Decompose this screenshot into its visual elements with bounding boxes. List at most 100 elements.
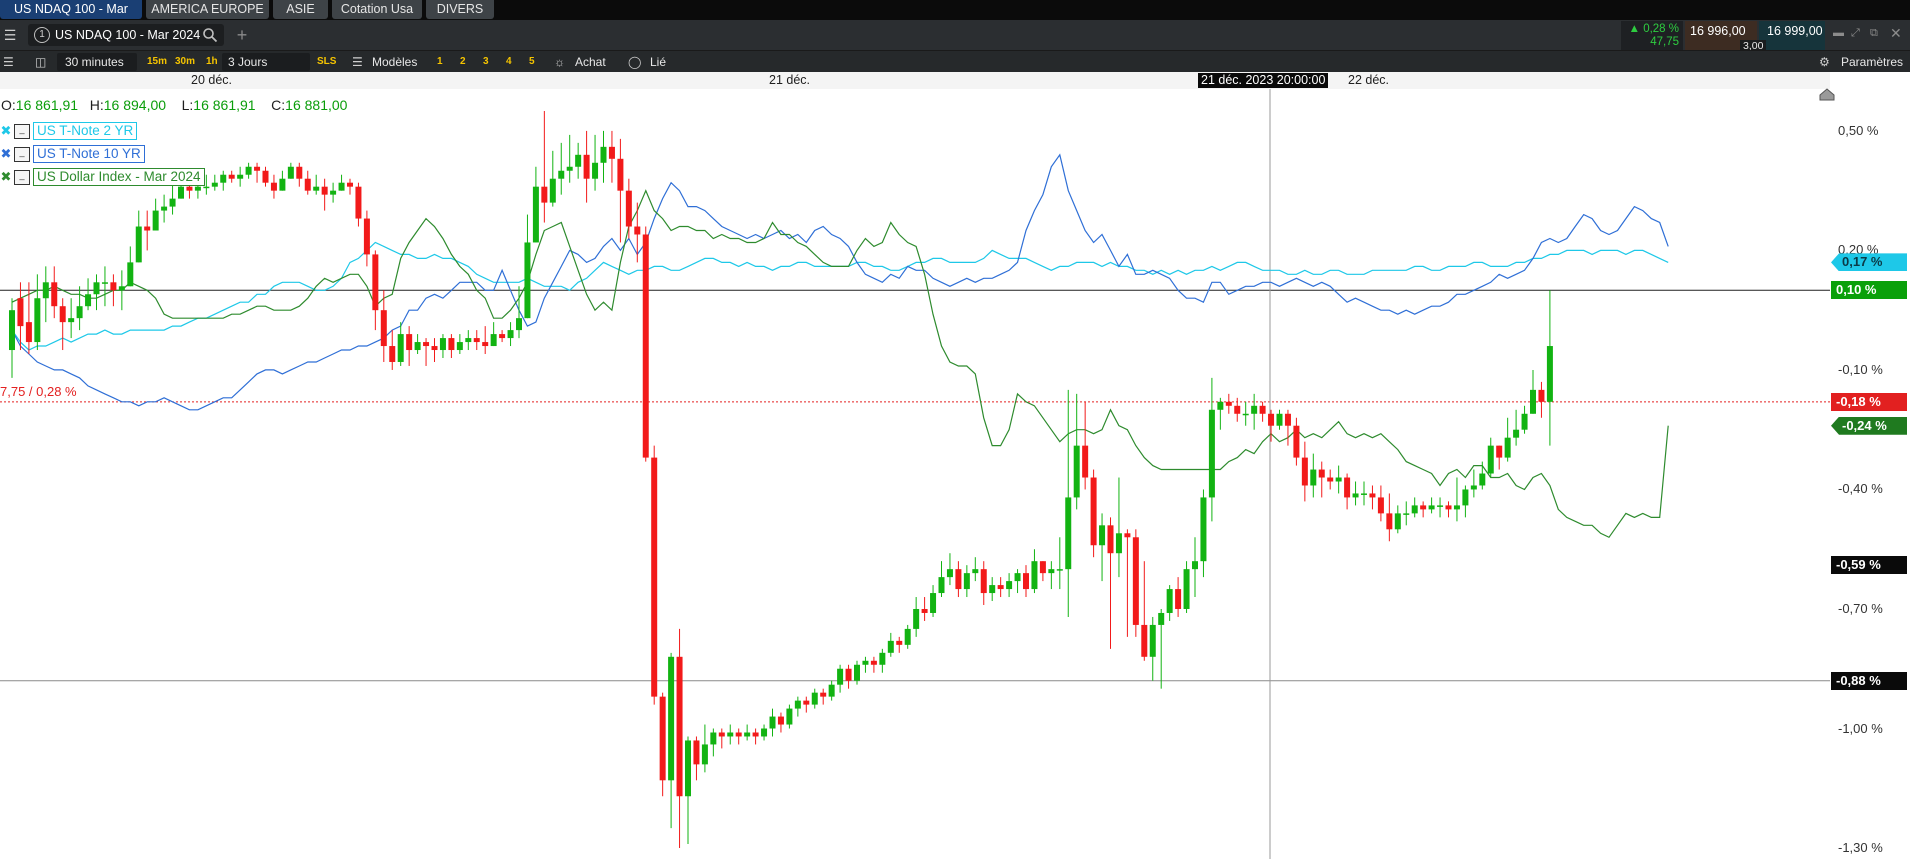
candle-up <box>1048 561 1055 590</box>
settings-button[interactable]: Paramètres <box>1841 51 1903 73</box>
candle-body <box>1175 589 1182 609</box>
tab-cotation-usa[interactable]: Cotation Usa <box>332 0 422 19</box>
tab-asie[interactable]: ASIE <box>273 0 328 19</box>
gear-icon[interactable]: ⚙ <box>1819 51 1830 73</box>
candle-body <box>279 178 286 191</box>
candle-body <box>608 146 615 159</box>
templates-button[interactable]: Modèles <box>372 51 417 73</box>
buy-icon[interactable]: ☼ <box>554 51 565 73</box>
add-instrument-icon[interactable]: + <box>233 25 251 45</box>
legend-label[interactable]: US T-Note 10 YR <box>33 145 145 163</box>
candle-body <box>355 186 362 219</box>
candle-up <box>9 298 15 378</box>
candle-body <box>575 154 582 167</box>
minimize-icon[interactable]: ▬ <box>1833 27 1844 39</box>
templates-icon[interactable]: ☰ <box>352 51 363 73</box>
candle-body <box>1048 569 1055 574</box>
candle-body <box>955 569 962 590</box>
candle-body <box>794 700 801 709</box>
remove-series-icon[interactable]: ✖ <box>0 147 12 161</box>
candle-up <box>558 142 565 195</box>
candle-down <box>254 162 261 183</box>
candle-body <box>685 740 691 797</box>
slot-5[interactable]: 5 <box>529 51 535 73</box>
link-icon[interactable]: ◯ <box>628 51 641 73</box>
candle-down <box>659 692 666 797</box>
candle-up <box>761 724 768 741</box>
buy-button[interactable]: Achat <box>575 51 606 73</box>
candle-up <box>68 298 75 339</box>
candle-up <box>245 162 252 179</box>
candle-up <box>727 724 734 745</box>
candle-body <box>1403 513 1410 515</box>
hide-series-icon[interactable]: _ <box>14 147 30 162</box>
layout-icon[interactable]: ◫ <box>35 51 46 73</box>
slot-1[interactable]: 1 <box>437 51 443 73</box>
candle-body <box>1082 445 1089 478</box>
search-icon[interactable] <box>202 27 218 43</box>
popout-icon[interactable]: ⧉ <box>1870 27 1878 40</box>
candle-up <box>507 322 514 347</box>
candle-up <box>1394 505 1401 534</box>
candle-up <box>913 597 920 637</box>
candle-up <box>887 632 894 657</box>
candle-body <box>68 318 75 323</box>
candle-down <box>693 736 700 781</box>
y-axis[interactable]: 0,50 % 0,20 % -0,10 % -0,40 % -0,70 % -1,00 %… <box>1819 72 1910 859</box>
hide-series-icon[interactable]: _ <box>14 170 30 185</box>
candle-body <box>1268 413 1275 426</box>
candle-up <box>930 585 937 617</box>
tab-america-europe[interactable]: AMERICA EUROPE <box>146 0 269 19</box>
candle-body <box>186 186 193 191</box>
remove-series-icon[interactable]: ✖ <box>0 124 12 138</box>
candle-body <box>946 569 953 578</box>
hide-series-icon[interactable]: _ <box>14 124 30 139</box>
candle-up <box>1428 497 1435 514</box>
interval-1h[interactable]: 1h <box>206 51 218 73</box>
buy-price-button[interactable]: 16 999,00 <box>1759 21 1825 50</box>
candle-body <box>431 346 438 351</box>
candle-up <box>1006 573 1013 598</box>
tab-divers[interactable]: DIVERS <box>426 0 494 19</box>
interval-30m[interactable]: 30m <box>175 51 195 73</box>
candle-down <box>1327 469 1334 490</box>
candle-down <box>1132 529 1139 637</box>
candle-down <box>431 338 438 362</box>
candle-up <box>279 170 286 191</box>
candle-down <box>896 636 903 653</box>
candle-down <box>228 170 235 183</box>
candle-body <box>625 190 632 227</box>
candle-body <box>1276 413 1283 426</box>
period-select[interactable]: 3 Jours <box>222 53 310 71</box>
slot-3[interactable]: 3 <box>483 51 489 73</box>
list-icon[interactable]: ☰ <box>3 51 14 73</box>
interval-select[interactable]: 30 minutes <box>57 53 137 71</box>
price-chart[interactable] <box>0 89 1830 859</box>
candle-down <box>355 182 362 227</box>
candle-body <box>1293 425 1300 458</box>
candle-down <box>1284 409 1291 446</box>
candle-body <box>769 716 776 729</box>
tab-us-ndaq-100[interactable]: US NDAQ 100 - Mar 2024 <box>0 0 142 35</box>
candle-body <box>701 744 708 765</box>
interval-15m[interactable]: 15m <box>147 51 167 73</box>
candle-down <box>955 561 962 598</box>
chart-plot[interactable] <box>0 89 1830 859</box>
sls-button[interactable]: SLS <box>317 51 336 73</box>
slot-2[interactable]: 2 <box>460 51 466 73</box>
candle-body <box>363 218 370 255</box>
scroll-top-icon[interactable] <box>1818 88 1836 102</box>
candle-body <box>1470 485 1477 490</box>
expand-icon[interactable]: ⤢ <box>1851 27 1860 40</box>
legend-label[interactable]: US T-Note 2 YR <box>33 122 138 140</box>
linked-button[interactable]: Lié <box>650 51 666 73</box>
remove-series-icon[interactable]: ✖ <box>0 170 12 184</box>
candle-body <box>34 298 41 343</box>
instrument-selector[interactable]: 1 US NDAQ 100 - Mar 2024 <box>28 24 224 46</box>
slot-4[interactable]: 4 <box>506 51 512 73</box>
close-icon[interactable]: ✕ <box>1890 25 1902 42</box>
close-value: 16 881,00 <box>285 97 348 113</box>
legend-label[interactable]: US Dollar Index - Mar 2024 <box>33 168 205 186</box>
menu-icon[interactable]: ☰ <box>0 20 20 50</box>
candle-body <box>118 286 125 291</box>
